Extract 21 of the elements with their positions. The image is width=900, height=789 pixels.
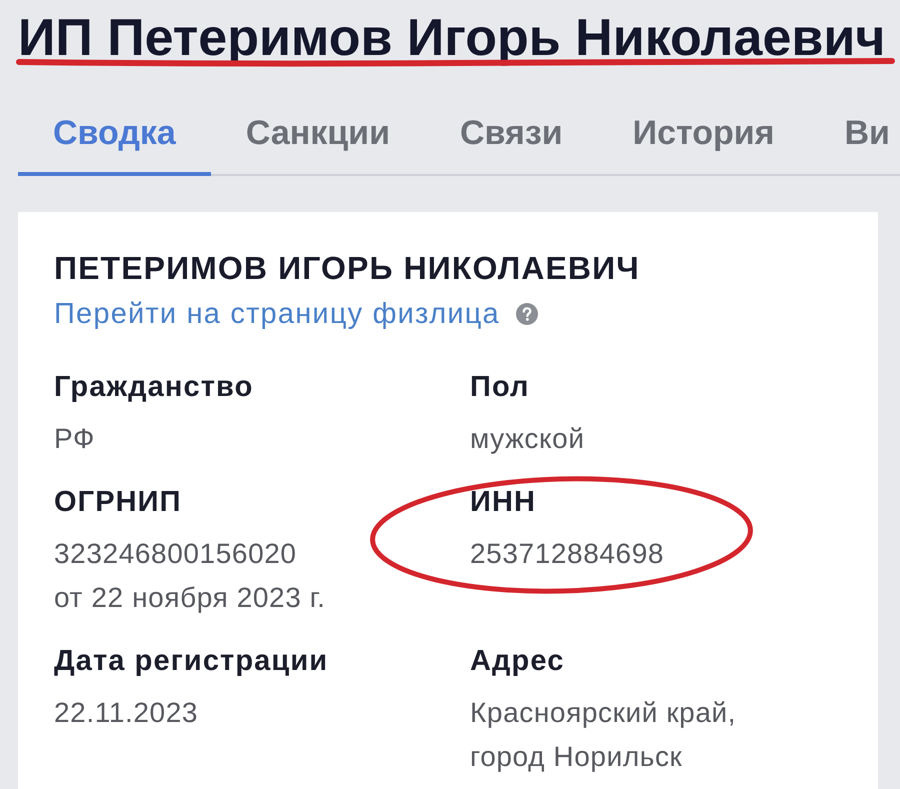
field-value: Красноярский край, город Норильск — [470, 696, 738, 774]
field-value: мужской — [470, 422, 586, 456]
person-page-link[interactable]: Перейти на страницу физлица — [54, 294, 500, 334]
tab[interactable]: Санкции — [210, 114, 425, 176]
field-label: Дата регистрации — [54, 644, 330, 680]
field-label: ИНН — [470, 485, 538, 520]
tab[interactable]: История — [598, 114, 810, 176]
field-value: РФ — [54, 422, 96, 456]
help-icon — [516, 303, 538, 326]
field-label: Пол — [470, 370, 531, 406]
tab[interactable]: Связи — [424, 114, 598, 176]
field-label: Гражданство — [54, 370, 254, 406]
tab[interactable]: Сводка — [18, 114, 211, 176]
field-value: 323246800156020 от 22 ноября 2023 г. — [54, 537, 327, 616]
tab[interactable]: Ви — [809, 114, 890, 176]
field-label: ОГРНИП — [54, 485, 183, 520]
field-value: 22.11.2023 — [54, 696, 200, 730]
field-value: 253712884698 — [470, 537, 666, 572]
person-name: ПЕТЕРИМОВ ИГОРЬ НИКОЛАЕВИЧ — [54, 249, 641, 288]
field-label: Адрес — [470, 644, 566, 680]
page-title: ИП Петеримов Игорь Николаевич — [18, 10, 886, 68]
